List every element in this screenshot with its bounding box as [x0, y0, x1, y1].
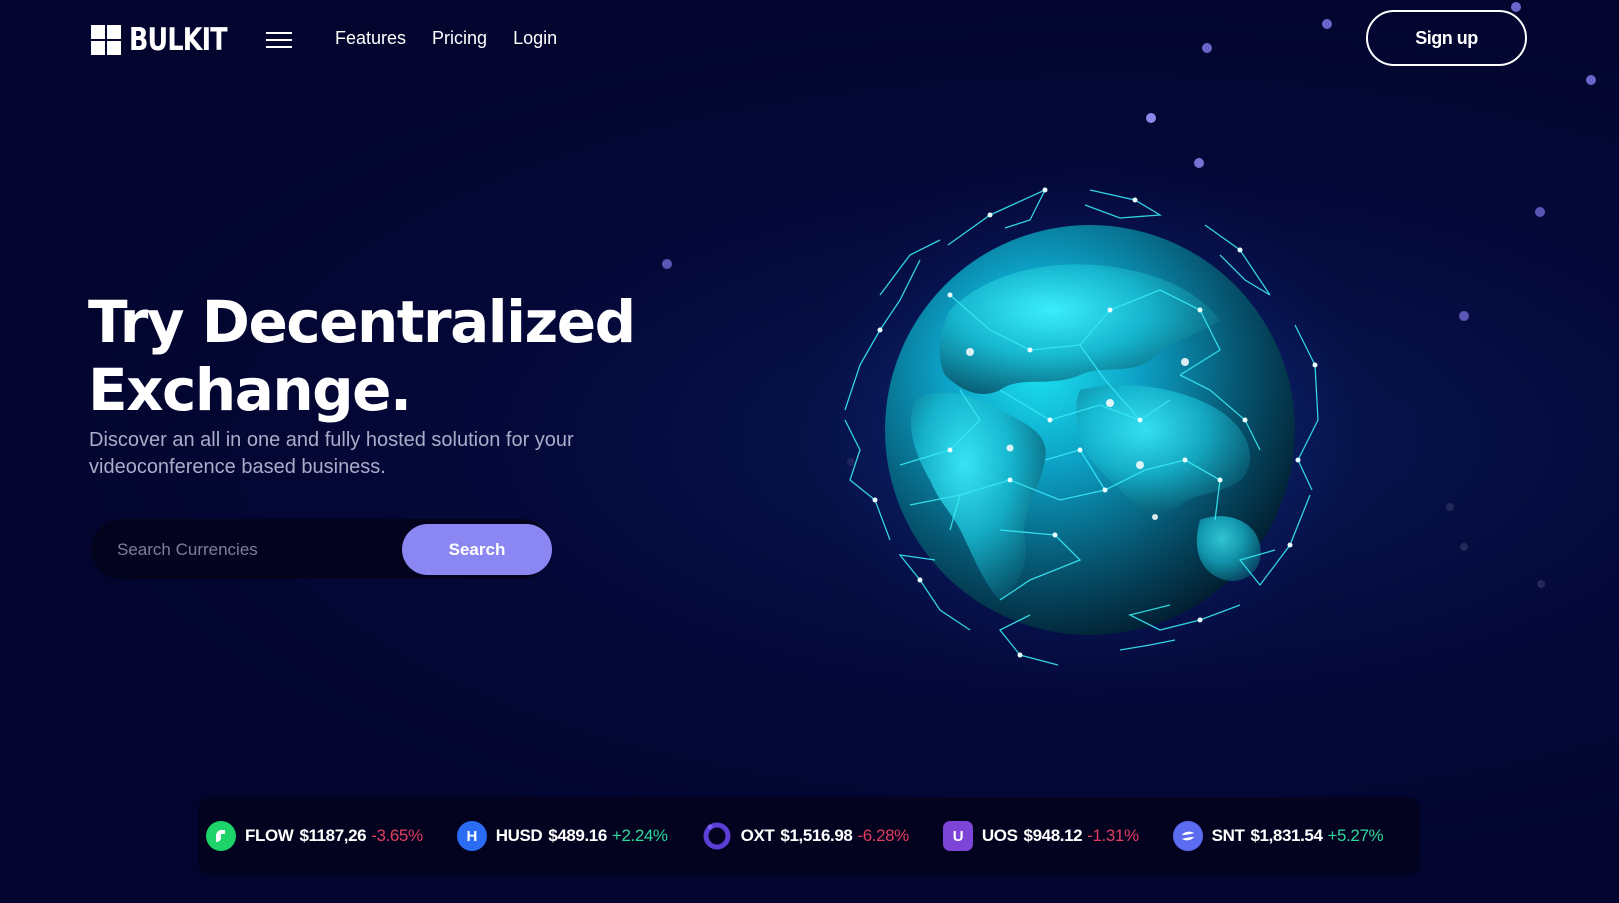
search-input[interactable] [115, 519, 389, 581]
search-button[interactable]: Search [402, 524, 552, 575]
hero-title: Try Decentralized Exchange. [88, 288, 648, 424]
uos-coin-icon: U [942, 821, 973, 851]
signup-button[interactable]: Sign up [1366, 10, 1527, 66]
coin-change: +2.24% [611, 826, 668, 845]
coin-price: $948.12 [1023, 826, 1083, 845]
brand-name: BULKIT [129, 22, 228, 58]
landing-page: BULKIT Features Pricing Login Sign up Tr… [0, 0, 1619, 903]
coin-change: +5.27% [1327, 826, 1384, 845]
globe-network-icon [770, 135, 1410, 715]
coin-price: $1,831.54 [1250, 826, 1323, 845]
hero-subtitle: Discover an all in one and fully hosted … [89, 429, 574, 478]
coin-change: -1.31% [1087, 826, 1139, 845]
snt-coin-icon [1172, 821, 1203, 851]
hero-title-line2: Exchange. [88, 356, 412, 424]
brand-logo[interactable]: BULKIT [91, 22, 248, 58]
ticker-track: FLOW $1187,26 -3.65% H HUSD $489.16 +2.2… [206, 797, 1417, 875]
hamburger-menu-icon[interactable] [266, 30, 294, 50]
ticker-item-uos[interactable]: U UOS $948.12 -1.31% [942, 821, 1139, 851]
ticker-item-snt[interactable]: SNT $1,831.54 +5.27% [1172, 821, 1384, 851]
coin-symbol: OXT [740, 826, 775, 845]
coin-symbol: FLOW [245, 826, 294, 845]
coin-price: $489.16 [548, 826, 607, 845]
husd-coin-icon: H [456, 821, 487, 851]
coin-symbol: HUSD [495, 826, 543, 845]
coin-price: $1187,26 [299, 826, 367, 845]
logo-grid-icon [91, 25, 121, 55]
search-bar: Search [91, 519, 552, 581]
coin-change: -6.28% [857, 826, 909, 845]
ticker-item-oxt[interactable]: OXT $1,516.98 -6.28% [702, 821, 909, 851]
nav-link-pricing[interactable]: Pricing [432, 28, 487, 49]
nav-link-features[interactable]: Features [335, 28, 406, 49]
ticker-item-husd[interactable]: H HUSD $489.16 +2.24% [456, 821, 668, 851]
hero-title-line1: Try Decentralized [88, 288, 636, 356]
oxt-coin-icon [702, 821, 732, 851]
ticker-item-flow[interactable]: FLOW $1187,26 -3.65% [206, 821, 423, 851]
nav-link-login[interactable]: Login [513, 28, 557, 49]
coin-change: -3.65% [371, 826, 423, 845]
coin-price: $1,516.98 [780, 826, 853, 845]
coin-symbol: UOS [981, 826, 1018, 845]
globe-illustration [700, 135, 1410, 720]
coin-symbol: SNT [1211, 826, 1245, 845]
price-ticker: FLOW $1187,26 -3.65% H HUSD $489.16 +2.2… [198, 797, 1420, 875]
flow-coin-icon [206, 821, 236, 851]
main-nav: Features Pricing Login [335, 28, 557, 49]
